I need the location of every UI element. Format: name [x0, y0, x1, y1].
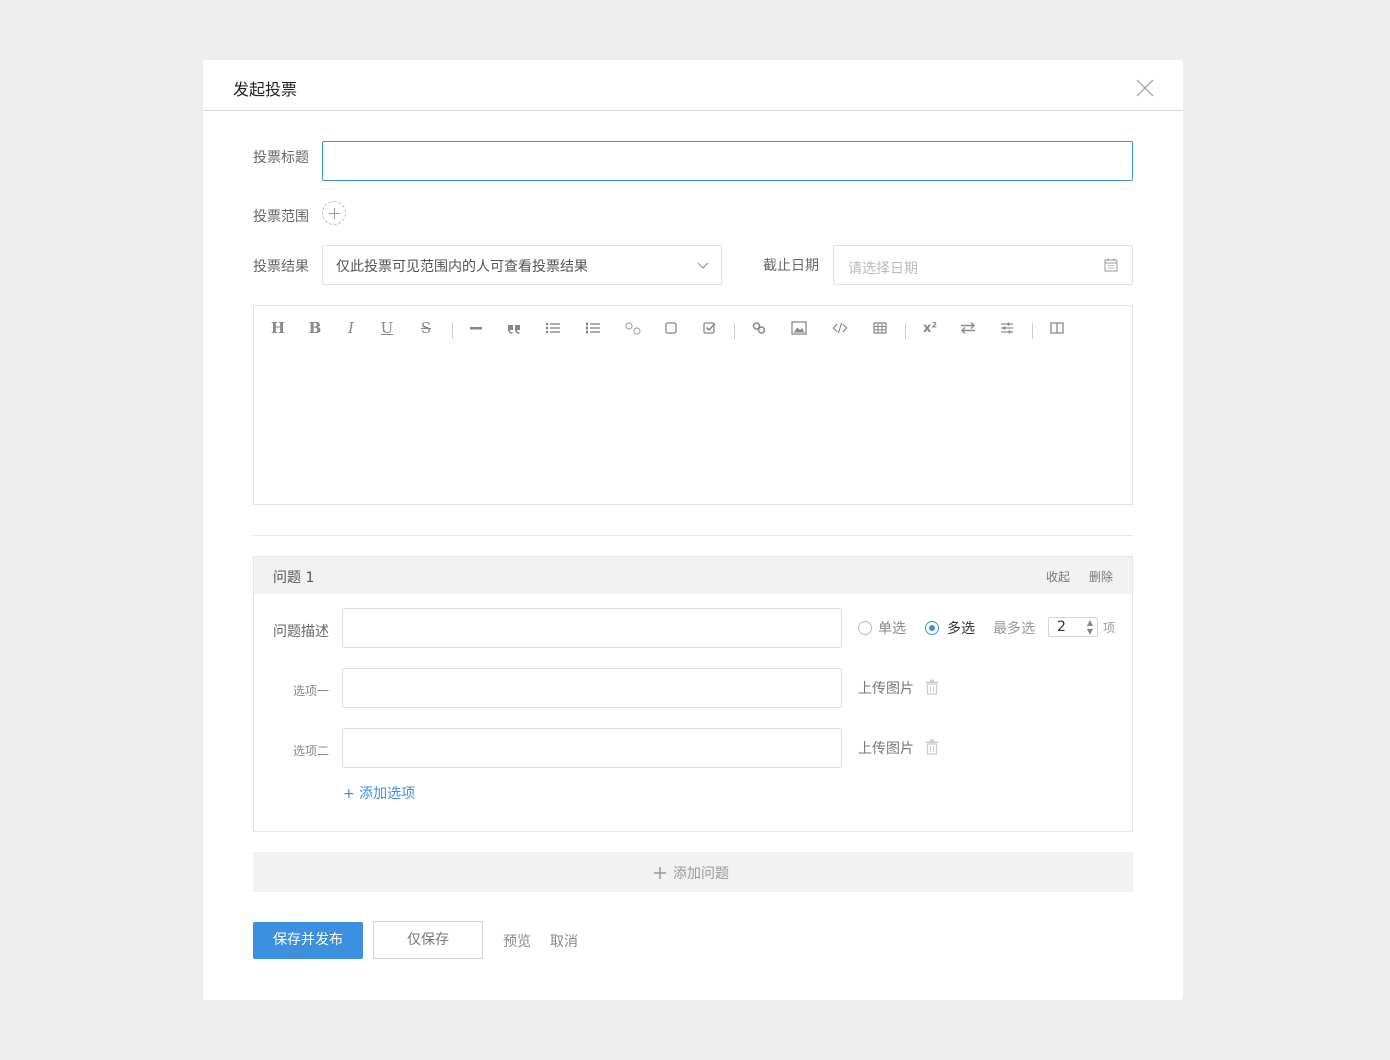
rich-text-editor[interactable]: H B I U S x² [253, 305, 1133, 505]
unlink-icon[interactable] [625, 318, 641, 338]
toolbar-separator [734, 323, 735, 339]
bold-icon[interactable]: B [308, 318, 322, 338]
question-desc-input[interactable] [342, 608, 842, 648]
upload-image-button[interactable]: 上传图片 [858, 678, 914, 698]
deadline-placeholder: 请选择日期 [848, 261, 918, 277]
save-only-button[interactable]: 仅保存 [373, 921, 483, 959]
collapse-button[interactable]: 收起 [1046, 568, 1070, 585]
dialog-title: 发起投票 [233, 80, 298, 99]
option-label: 选项一 [293, 684, 330, 698]
scope-label: 投票范围 [253, 209, 309, 225]
max-select-value: 2 [1057, 619, 1066, 635]
image-icon[interactable] [791, 318, 807, 338]
toolbar-separator [1032, 323, 1033, 339]
add-question-label: 添加问题 [673, 866, 729, 882]
add-question-button[interactable]: 添加问题 [253, 852, 1133, 892]
underline-icon[interactable]: U [380, 318, 394, 338]
bullet-list-icon[interactable] [545, 318, 561, 338]
close-icon[interactable] [1135, 78, 1155, 98]
cancel-button[interactable]: 取消 [550, 931, 578, 951]
plus-icon [654, 867, 666, 879]
heading-icon[interactable]: H [270, 318, 286, 338]
upload-image-button[interactable]: 上传图片 [858, 738, 914, 758]
save-publish-button[interactable]: 保存并发布 [253, 922, 363, 959]
question-card: 问题 1 收起 删除 问题描述 单选 多选 最多选 2 ▲ ▼ 项 选项一 上传图… [253, 556, 1133, 832]
horizontal-rule-icon[interactable] [469, 318, 483, 338]
add-option-button[interactable]: + 添加选项 [343, 783, 415, 803]
title-label: 投票标题 [253, 150, 309, 166]
columns-icon[interactable] [1050, 318, 1064, 338]
result-select-value: 仅此投票可见范围内的人可查看投票结果 [336, 259, 588, 275]
question-header: 问题 1 收起 删除 [254, 557, 1132, 594]
preview-button[interactable]: 预览 [503, 931, 531, 951]
superscript-icon[interactable]: x² [922, 318, 938, 338]
table-icon[interactable] [873, 318, 887, 338]
code-icon[interactable] [832, 318, 848, 338]
multiple-choice-radio[interactable] [925, 621, 939, 635]
question-title: 问题 1 [273, 570, 315, 586]
delete-question-button[interactable]: 删除 [1089, 568, 1113, 585]
trash-icon[interactable] [925, 679, 939, 695]
swap-icon[interactable] [960, 318, 976, 338]
result-visibility-select[interactable]: 仅此投票可见范围内的人可查看投票结果 [322, 245, 722, 285]
single-choice-label[interactable]: 单选 [878, 618, 906, 638]
max-select-label: 最多选 [993, 621, 1035, 637]
trash-icon[interactable] [925, 739, 939, 755]
deadline-label: 截止日期 [763, 258, 819, 274]
max-select-unit: 项 [1103, 621, 1116, 635]
calendar-icon [1104, 258, 1118, 272]
option-input[interactable] [342, 728, 842, 768]
toolbar-separator [452, 323, 453, 339]
toolbar-separator [905, 323, 906, 339]
strikethrough-icon[interactable]: S [419, 318, 433, 338]
result-label: 投票结果 [253, 259, 309, 275]
add-scope-icon[interactable] [322, 201, 346, 225]
option-label: 选项二 [293, 744, 330, 758]
vote-dialog: 发起投票 投票标题 投票范围 投票结果 仅此投票可见范围内的人可查看投票结果 截… [203, 60, 1183, 1000]
link-icon[interactable] [752, 318, 766, 338]
quote-icon[interactable] [507, 318, 521, 338]
deadline-date-picker[interactable]: 请选择日期 [833, 245, 1133, 285]
max-select-stepper[interactable]: 2 ▲ ▼ [1048, 617, 1098, 637]
question-desc-label: 问题描述 [273, 624, 329, 640]
section-divider [253, 535, 1133, 536]
vote-title-input[interactable] [322, 141, 1133, 181]
sliders-icon[interactable] [1000, 318, 1014, 338]
multiple-choice-label[interactable]: 多选 [947, 618, 975, 638]
italic-icon[interactable]: I [345, 318, 357, 338]
chevron-down-icon [697, 262, 709, 269]
ordered-list-icon[interactable] [585, 318, 601, 338]
add-question-content: 添加问题 [654, 863, 729, 883]
stepper-arrows-icon[interactable]: ▲ ▼ [1085, 618, 1095, 636]
single-choice-radio[interactable] [858, 621, 872, 635]
option-input[interactable] [342, 668, 842, 708]
checkbox-checked-icon[interactable] [703, 318, 717, 338]
dialog-header: 发起投票 [203, 60, 1183, 111]
checkbox-icon[interactable] [665, 318, 677, 338]
